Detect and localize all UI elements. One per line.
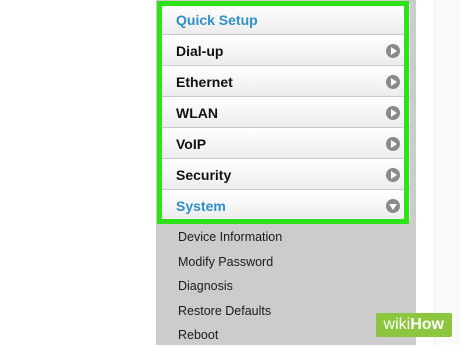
submenu-item-diagnosis[interactable]: Diagnosis xyxy=(178,274,282,299)
menu-item-security[interactable]: Security xyxy=(158,159,410,190)
system-submenu: Device Information Modify Password Diagn… xyxy=(178,225,282,348)
chevron-right-icon xyxy=(386,168,400,182)
menu-item-label: System xyxy=(176,198,226,214)
menu-item-quick-setup[interactable]: Quick Setup xyxy=(158,4,410,35)
chevron-right-icon xyxy=(386,75,400,89)
content-panel xyxy=(415,0,460,345)
menu-item-wlan[interactable]: WLAN xyxy=(158,97,410,128)
submenu-item-device-information[interactable]: Device Information xyxy=(178,225,282,250)
wikihow-watermark: wikiHow xyxy=(375,313,452,337)
chevron-right-icon xyxy=(386,106,400,120)
menu-item-label: WLAN xyxy=(176,105,218,121)
chevron-down-icon xyxy=(386,199,400,213)
main-menu: Quick Setup Dial-up Ethernet WLAN VoIP S… xyxy=(158,4,410,221)
submenu-item-reboot[interactable]: Reboot xyxy=(178,323,282,348)
menu-item-label: Quick Setup xyxy=(176,12,258,28)
menu-item-voip[interactable]: VoIP xyxy=(158,128,410,159)
menu-item-label: Security xyxy=(176,167,232,183)
menu-item-system[interactable]: System xyxy=(158,190,410,221)
menu-item-label: VoIP xyxy=(176,136,207,152)
menu-item-label: Ethernet xyxy=(176,74,233,90)
watermark-wiki: wiki xyxy=(383,316,411,333)
menu-item-dial-up[interactable]: Dial-up xyxy=(158,35,410,66)
chevron-right-icon xyxy=(386,44,400,58)
submenu-item-modify-password[interactable]: Modify Password xyxy=(178,250,282,275)
content-panel-edge xyxy=(434,0,460,345)
menu-item-label: Dial-up xyxy=(176,43,224,59)
menu-item-ethernet[interactable]: Ethernet xyxy=(158,66,410,97)
watermark-how: How xyxy=(410,316,444,333)
submenu-item-restore-defaults[interactable]: Restore Defaults xyxy=(178,299,282,324)
chevron-right-icon xyxy=(386,137,400,151)
